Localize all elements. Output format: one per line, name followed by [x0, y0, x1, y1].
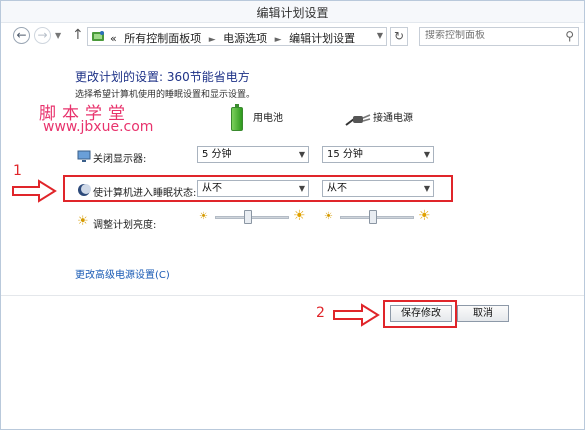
breadcrumb-all-items[interactable]: 所有控制面板项: [124, 32, 201, 45]
bright-sun-icon: ☀: [418, 208, 431, 224]
select-value: 15 分钟: [327, 149, 363, 160]
search-box[interactable]: ⚲: [419, 27, 579, 46]
annotation-number-1: 1: [13, 163, 22, 179]
watermark-site-url: www.jbxue.com: [43, 119, 154, 135]
display-icon: [77, 150, 91, 162]
breadcrumb: « 所有控制面板项 ► 电源选项 ► 编辑计划设置: [110, 30, 359, 46]
annotation-number-2: 2: [316, 305, 325, 321]
forward-arrow-icon: →: [37, 28, 48, 42]
cancel-button[interactable]: 取消: [457, 305, 509, 322]
column-header-plugged-in: 接通电源: [373, 113, 413, 124]
title-bar: 编辑计划设置: [1, 1, 584, 23]
setting-label-brightness: 调整计划亮度:: [93, 220, 157, 231]
brightness-battery-slider[interactable]: ☀ ☀: [199, 208, 311, 224]
up-level-icon[interactable]: ↑: [72, 27, 84, 43]
annotation-box-save-button: [383, 300, 457, 328]
back-button[interactable]: ←: [13, 27, 30, 44]
address-toolbar: ← → ▼ ↑ « 所有控制面板项 ► 电源选项 ► 编辑计划设置 ▼ ↻ 搜索…: [1, 23, 584, 49]
advanced-power-settings-link[interactable]: 更改高级电源设置(C): [75, 266, 170, 281]
annotation-arrow-2-icon: [333, 303, 380, 327]
brightness-plugged-slider[interactable]: ☀ ☀: [324, 208, 436, 224]
annotation-arrow-1-icon: [12, 179, 57, 203]
window-title: 编辑计划设置: [256, 6, 329, 20]
chevron-down-icon: ▼: [298, 150, 305, 159]
search-icon[interactable]: ⚲: [565, 29, 574, 43]
control-panel-icon: [92, 31, 104, 41]
dim-sun-icon: ☀: [324, 211, 333, 222]
chevron-right-icon[interactable]: ►: [209, 35, 216, 45]
bright-sun-icon: ☀: [293, 208, 306, 224]
page-heading: 更改计划的设置: 360节能省电方: [75, 70, 250, 84]
address-dropdown-icon[interactable]: ▼: [377, 31, 383, 40]
breadcrumb-power-options[interactable]: 电源选项: [223, 32, 267, 45]
column-header-battery: 用电池: [253, 113, 283, 124]
back-arrow-icon: ←: [16, 28, 27, 42]
chevron-down-icon: ▼: [423, 150, 430, 159]
setting-label-turn-off-display: 关闭显示器:: [93, 154, 147, 165]
slider-thumb[interactable]: [369, 210, 378, 224]
battery-icon: [231, 104, 243, 131]
turn-off-display-plugged-select[interactable]: 15 分钟 ▼: [322, 146, 434, 163]
recent-pages-dropdown-icon[interactable]: ▼: [55, 31, 61, 40]
footer-divider: [1, 295, 584, 296]
annotation-box-sleep-row: [63, 175, 453, 202]
dim-sun-icon: ☀: [199, 211, 208, 222]
forward-button[interactable]: →: [34, 27, 51, 44]
power-plug-icon: [345, 114, 371, 126]
brightness-sun-icon: ☀: [77, 214, 89, 229]
chevron-right-icon[interactable]: ►: [275, 35, 282, 45]
search-input[interactable]: [425, 30, 555, 41]
refresh-icon: ↻: [393, 29, 405, 43]
select-value: 5 分钟: [202, 149, 232, 160]
breadcrumb-edit-plan[interactable]: 编辑计划设置: [289, 32, 355, 45]
refresh-button[interactable]: ↻: [390, 27, 408, 46]
turn-off-display-battery-select[interactable]: 5 分钟 ▼: [197, 146, 309, 163]
breadcrumb-overflow[interactable]: «: [110, 32, 117, 45]
edit-plan-settings-window: 编辑计划设置 ← → ▼ ↑ « 所有控制面板项 ► 电源选项 ► 编辑计划设置: [0, 0, 585, 430]
slider-thumb[interactable]: [244, 210, 253, 224]
address-bar[interactable]: « 所有控制面板项 ► 电源选项 ► 编辑计划设置 ▼: [87, 27, 387, 46]
